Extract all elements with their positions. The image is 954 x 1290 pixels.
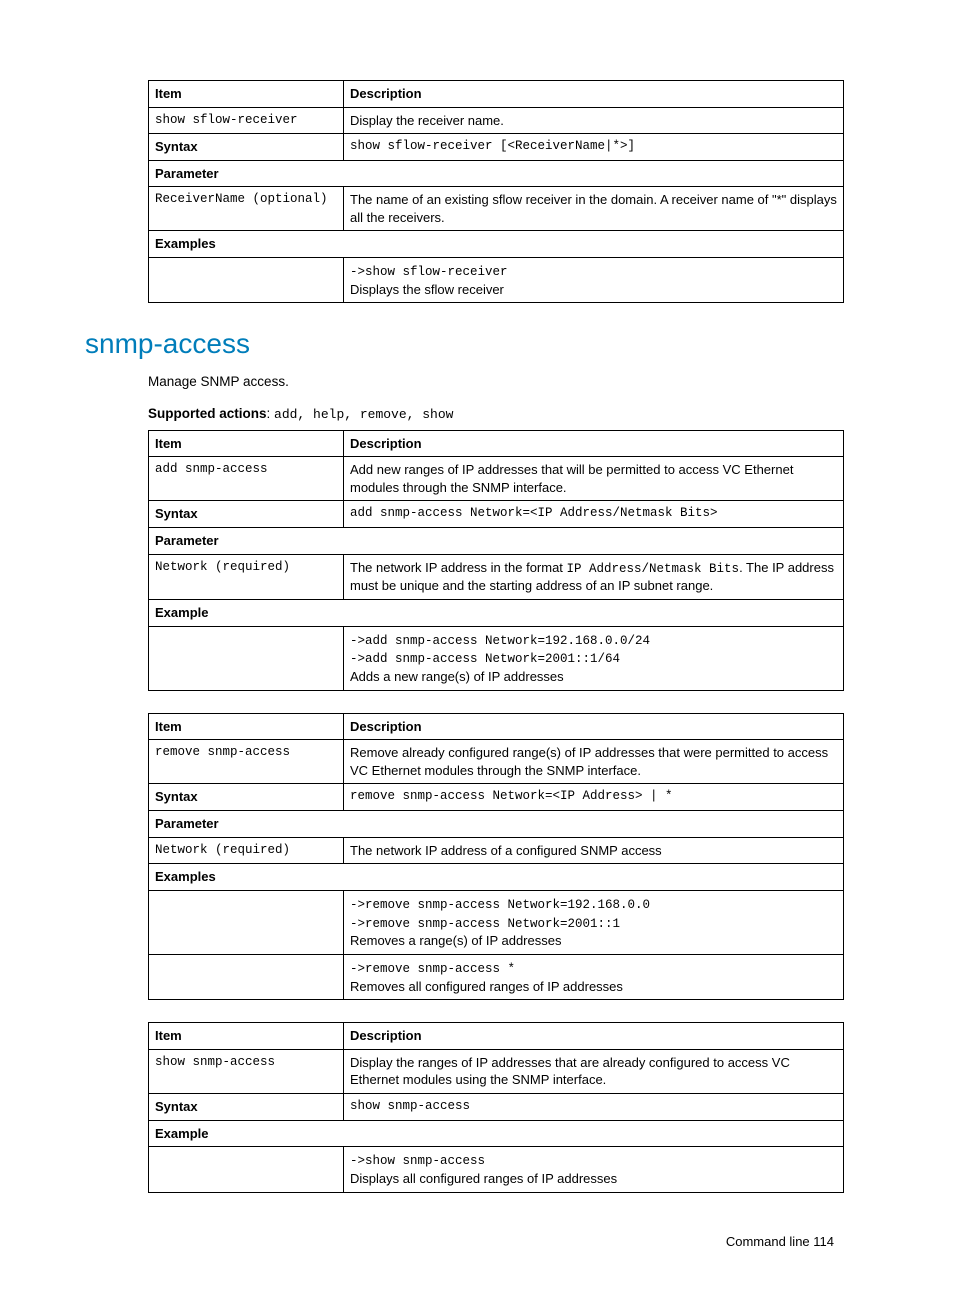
syntax-label: Syntax bbox=[149, 501, 344, 528]
example-code-2: ->remove snmp-access * bbox=[350, 962, 515, 976]
example-code-1b: ->remove snmp-access Network=2001::1 bbox=[350, 917, 620, 931]
table-add-snmp-access: Item Description add snmp-access Add new… bbox=[148, 430, 844, 691]
example-empty bbox=[149, 954, 344, 999]
example-code: ->show snmp-access bbox=[350, 1154, 485, 1168]
syntax-value: show sflow-receiver [<ReceiverName|*>] bbox=[344, 134, 844, 161]
param-desc: The network IP address of a configured S… bbox=[344, 837, 844, 864]
cmd-desc: Remove already configured range(s) of IP… bbox=[344, 740, 844, 784]
param-desc-code: IP Address/Netmask Bits bbox=[567, 562, 740, 576]
example-empty bbox=[149, 257, 344, 302]
example-empty bbox=[149, 626, 344, 690]
example-cell: ->show snmp-access Displays all configur… bbox=[344, 1147, 844, 1192]
example-code-1: ->add snmp-access Network=192.168.0.0/24 bbox=[350, 634, 650, 648]
col-desc: Description bbox=[344, 430, 844, 457]
example-code-2: ->add snmp-access Network=2001::1/64 bbox=[350, 652, 620, 666]
example-empty bbox=[149, 1147, 344, 1192]
example-cell-2: ->remove snmp-access * Removes all confi… bbox=[344, 954, 844, 999]
syntax-value: add snmp-access Network=<IP Address/Netm… bbox=[344, 501, 844, 528]
example-text-1: Removes a range(s) of IP addresses bbox=[350, 933, 561, 948]
cmd-name: show snmp-access bbox=[149, 1049, 344, 1093]
example-empty bbox=[149, 890, 344, 954]
syntax-label: Syntax bbox=[149, 784, 344, 811]
param-desc-pre: The network IP address in the format bbox=[350, 560, 567, 575]
examples-label: Examples bbox=[149, 864, 844, 891]
supported-label: Supported actions bbox=[148, 406, 267, 421]
supported-actions: Supported actions: add, help, remove, sh… bbox=[148, 405, 844, 424]
section-intro: Manage SNMP access. bbox=[148, 373, 844, 391]
section-title: snmp-access bbox=[85, 325, 844, 363]
example-text: Adds a new range(s) of IP addresses bbox=[350, 669, 564, 684]
col-desc: Description bbox=[344, 1023, 844, 1050]
example-cell: ->show sflow-receiver Displays the sflow… bbox=[344, 257, 844, 302]
syntax-label: Syntax bbox=[149, 134, 344, 161]
cmd-desc: Display the ranges of IP addresses that … bbox=[344, 1049, 844, 1093]
syntax-label: Syntax bbox=[149, 1094, 344, 1121]
col-item: Item bbox=[149, 1023, 344, 1050]
param-desc: The name of an existing sflow receiver i… bbox=[344, 187, 844, 231]
example-label: Example bbox=[149, 599, 844, 626]
example-text: Displays the sflow receiver bbox=[350, 282, 504, 297]
table-remove-snmp-access: Item Description remove snmp-access Remo… bbox=[148, 713, 844, 1001]
parameter-label: Parameter bbox=[149, 160, 844, 187]
example-code-1a: ->remove snmp-access Network=192.168.0.0 bbox=[350, 898, 650, 912]
param-desc: The network IP address in the format IP … bbox=[344, 554, 844, 599]
param-name: ReceiverName (optional) bbox=[149, 187, 344, 231]
cmd-desc: Add new ranges of IP addresses that will… bbox=[344, 457, 844, 501]
cmd-name: show sflow-receiver bbox=[149, 107, 344, 134]
example-cell: ->add snmp-access Network=192.168.0.0/24… bbox=[344, 626, 844, 690]
table-show-snmp-access: Item Description show snmp-access Displa… bbox=[148, 1022, 844, 1192]
cmd-desc: Display the receiver name. bbox=[344, 107, 844, 134]
parameter-label: Parameter bbox=[149, 528, 844, 555]
param-name: Network (required) bbox=[149, 554, 344, 599]
cmd-name: add snmp-access bbox=[149, 457, 344, 501]
example-text-2: Removes all configured ranges of IP addr… bbox=[350, 979, 623, 994]
example-text: Displays all configured ranges of IP add… bbox=[350, 1171, 617, 1186]
col-desc: Description bbox=[344, 713, 844, 740]
parameter-label: Parameter bbox=[149, 811, 844, 838]
example-label: Example bbox=[149, 1120, 844, 1147]
syntax-value: remove snmp-access Network=<IP Address> … bbox=[344, 784, 844, 811]
param-name: Network (required) bbox=[149, 837, 344, 864]
col-item: Item bbox=[149, 81, 344, 108]
syntax-value: show snmp-access bbox=[344, 1094, 844, 1121]
supported-list: add, help, remove, show bbox=[274, 407, 453, 422]
example-code: ->show sflow-receiver bbox=[350, 265, 508, 279]
cmd-name: remove snmp-access bbox=[149, 740, 344, 784]
col-desc: Description bbox=[344, 81, 844, 108]
table-sflow-receiver: Item Description show sflow-receiver Dis… bbox=[148, 80, 844, 303]
page-footer: Command line 114 bbox=[85, 1233, 844, 1251]
examples-label: Examples bbox=[149, 231, 844, 258]
col-item: Item bbox=[149, 430, 344, 457]
example-cell-1: ->remove snmp-access Network=192.168.0.0… bbox=[344, 890, 844, 954]
col-item: Item bbox=[149, 713, 344, 740]
